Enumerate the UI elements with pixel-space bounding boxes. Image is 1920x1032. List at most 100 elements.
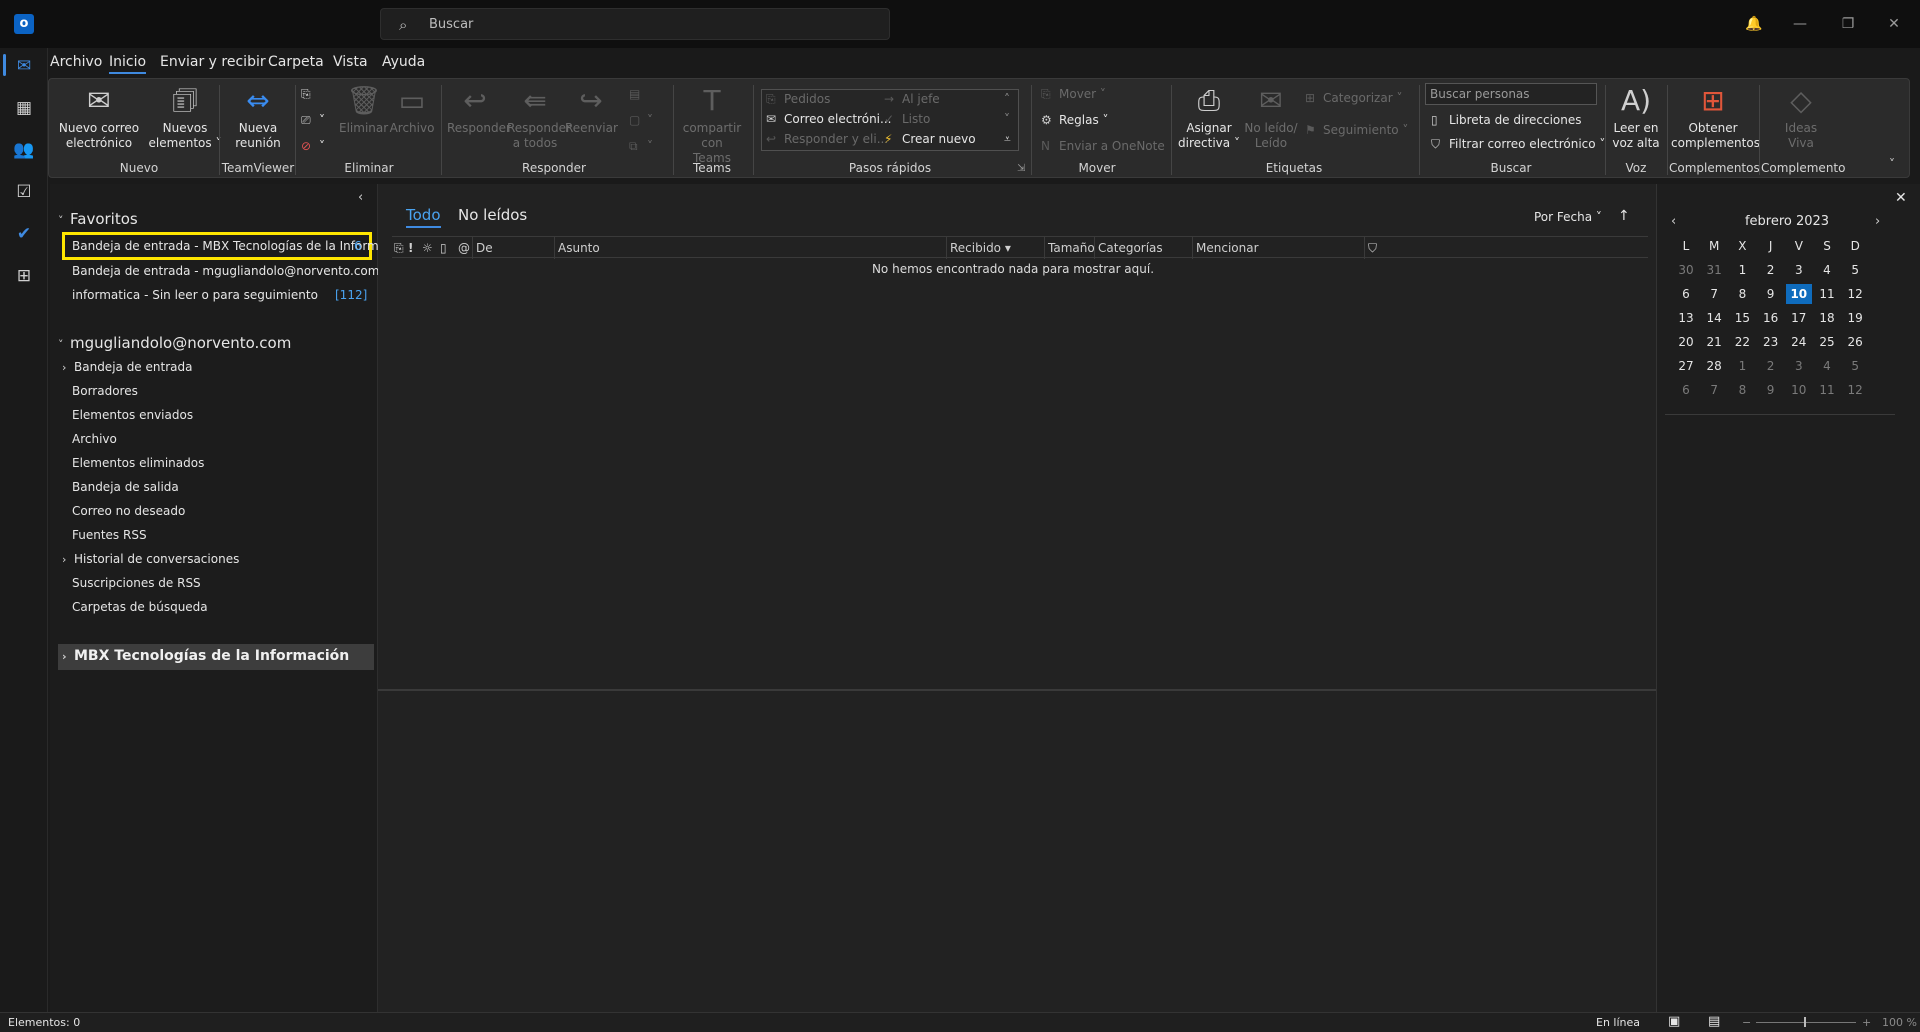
filter-mail-button[interactable]: ⛉ Filtrar correo electrónico ˅ [1431, 137, 1605, 152]
priority-column-icon[interactable]: ! [408, 241, 413, 255]
address-book-button[interactable]: ▯ Libreta de direcciones [1431, 113, 1582, 127]
calendar-day[interactable]: 30 [1673, 260, 1699, 280]
calendar-day[interactable]: 7 [1701, 380, 1727, 400]
favorites-header[interactable]: ˅ Favoritos [58, 210, 138, 228]
calendar-day[interactable]: 9 [1758, 380, 1784, 400]
search-input[interactable]: ⌕ Buscar [380, 8, 890, 40]
calendar-day[interactable]: 10 [1786, 380, 1812, 400]
reading-pane-divider[interactable] [378, 689, 1656, 691]
calendar-day[interactable]: 15 [1729, 308, 1755, 328]
apps-icon[interactable]: ⊞ [8, 260, 40, 292]
filter-column-icon[interactable]: ⛉ [1368, 241, 1377, 256]
followup-button[interactable]: ⚑ Seguimiento ˅ [1305, 123, 1408, 137]
calendar-day[interactable]: 8 [1729, 284, 1755, 304]
calendar-day[interactable]: 18 [1814, 308, 1840, 328]
next-month-icon[interactable]: › [1875, 214, 1880, 229]
quick-step-responder[interactable]: ↩ Responder y eli... [766, 132, 888, 146]
calendar-day[interactable]: 3 [1786, 356, 1812, 376]
reading-view-icon[interactable]: ▤ [1708, 1014, 1720, 1029]
im-reply-icon[interactable]: ▢ ˅ [629, 113, 653, 127]
move-button[interactable]: ⎘ Mover ˅ [1041, 87, 1106, 102]
calendar-day[interactable]: 8 [1729, 380, 1755, 400]
tab-ayuda[interactable]: Ayuda [382, 54, 425, 70]
expand-gallery-icon[interactable]: ⩡ [1004, 132, 1011, 147]
calendar-day[interactable]: 4 [1814, 356, 1840, 376]
tab-vista[interactable]: Vista [333, 54, 368, 70]
calendar-day[interactable]: 27 [1673, 356, 1699, 376]
calendar-day[interactable]: 9 [1758, 284, 1784, 304]
calendar-day[interactable]: 5 [1842, 356, 1868, 376]
quick-step-al-jefe[interactable]: → Al jefe [884, 92, 940, 106]
calendar-day[interactable]: 1 [1729, 260, 1755, 280]
calendar-day[interactable]: 12 [1842, 284, 1868, 304]
reply-all-button[interactable]: ⇚ Responder a todos [507, 85, 571, 151]
ignore-icon[interactable]: ⎘ [301, 87, 319, 102]
calendar-day[interactable]: 25 [1814, 332, 1840, 352]
dialog-launcher-icon[interactable]: ⇲ [1017, 163, 1025, 174]
mail-icon[interactable]: ✉ [8, 50, 40, 82]
reminder-column-icon[interactable]: ☼ [422, 241, 433, 255]
column-subject[interactable]: Asunto [558, 241, 600, 255]
quick-step-listo[interactable]: ✓ Listo [884, 112, 930, 126]
rules-button[interactable]: ⚙ Reglas ˅ [1041, 113, 1109, 127]
minimize-button[interactable]: — [1788, 12, 1812, 36]
share-teams-button[interactable]: T compartir con Teams [681, 85, 743, 166]
new-mail-button[interactable]: ✉ Nuevo correo electrónico [55, 85, 143, 151]
account-header-mbx[interactable]: › MBX Tecnologías de la Información [58, 644, 374, 670]
calendar-day[interactable]: 28 [1701, 356, 1727, 376]
unread-read-button[interactable]: ✉ No leído/ Leído [1243, 85, 1299, 151]
tab-inicio[interactable]: Inicio [109, 54, 147, 74]
folder-item[interactable]: Carpetas de búsqueda [72, 600, 208, 614]
delete-button[interactable]: 🗑 Eliminar [339, 85, 388, 136]
prev-month-icon[interactable]: ‹ [1671, 214, 1676, 229]
column-received[interactable]: Recibido ▾ [950, 241, 1011, 255]
restore-button[interactable]: ❐ [1836, 12, 1860, 36]
folder-item[interactable]: › Bandeja de entrada [62, 360, 192, 374]
calendar-day[interactable]: 21 [1701, 332, 1727, 352]
filter-tab-no-leidos[interactable]: No leídos [458, 206, 527, 224]
collapse-pane-icon[interactable]: ‹ [358, 190, 363, 205]
tasks-icon[interactable]: ☑ [8, 176, 40, 208]
tab-enviar-recibir[interactable]: Enviar y recibir [160, 54, 266, 70]
folder-item[interactable]: Suscripciones de RSS [72, 576, 201, 590]
collapse-ribbon-icon[interactable]: ˅ [1889, 157, 1895, 171]
calendar-day[interactable]: 12 [1842, 380, 1868, 400]
close-pane-icon[interactable]: ✕ [1895, 190, 1907, 206]
scroll-up-icon[interactable]: ˄ [1004, 92, 1010, 106]
assign-policy-button[interactable]: ⎙ Asignar directiva ˅ [1177, 85, 1241, 151]
people-search-input[interactable]: Buscar personas [1425, 83, 1597, 105]
calendar-day[interactable]: 6 [1673, 284, 1699, 304]
calendar-day[interactable]: 17 [1786, 308, 1812, 328]
calendar-day[interactable]: 2 [1758, 356, 1784, 376]
calendar-day[interactable]: 23 [1758, 332, 1784, 352]
calendar-day[interactable]: 20 [1673, 332, 1699, 352]
calendar-day[interactable]: 31 [1701, 260, 1727, 280]
filter-tab-todo[interactable]: Todo [406, 206, 441, 228]
zoom-out-icon[interactable]: − [1742, 1016, 1751, 1029]
calendar-day[interactable]: 24 [1786, 332, 1812, 352]
folder-item[interactable]: Elementos eliminados [72, 456, 204, 470]
categorize-button[interactable]: ⊞ Categorizar ˅ [1305, 91, 1402, 105]
sort-dropdown[interactable]: Por Fecha ˅ [1534, 210, 1602, 224]
quick-step-pedidos[interactable]: ⎘ Pedidos [766, 92, 830, 107]
zoom-slider-thumb[interactable] [1804, 1017, 1806, 1027]
calendar-day[interactable]: 13 [1673, 308, 1699, 328]
column-mention[interactable]: Mencionar [1196, 241, 1259, 255]
folder-item[interactable]: Borradores [72, 384, 138, 398]
calendar-day[interactable]: 22 [1729, 332, 1755, 352]
favorite-item-mbx-inbox[interactable]: Bandeja de entrada - MBX Tecnologías de … [72, 239, 390, 253]
junk-icon[interactable]: ⊘ ˅ [301, 139, 325, 153]
calendar-day[interactable]: 11 [1814, 380, 1840, 400]
get-addins-button[interactable]: ⊞ Obtener complementos [1671, 85, 1760, 151]
folder-item[interactable]: › Historial de conversaciones [62, 552, 239, 566]
close-window-button[interactable]: ✕ [1882, 12, 1906, 36]
favorite-item-norvento-inbox[interactable]: Bandeja de entrada - mgugliandolo@norven… [72, 264, 379, 278]
zoom-slider[interactable] [1756, 1022, 1856, 1023]
account-header[interactable]: ˅ mgugliandolo@norvento.com [58, 334, 291, 352]
teamviewer-meeting-button[interactable]: ⇔ Nueva reunión [227, 85, 289, 151]
folder-item[interactable]: Correo no deseado [72, 504, 185, 518]
forward-button[interactable]: ↪ Reenviar [565, 85, 618, 136]
calendar-day[interactable]: 4 [1814, 260, 1840, 280]
read-aloud-button[interactable]: A) Leer en voz alta [1609, 85, 1663, 151]
calendar-day[interactable]: 2 [1758, 260, 1784, 280]
